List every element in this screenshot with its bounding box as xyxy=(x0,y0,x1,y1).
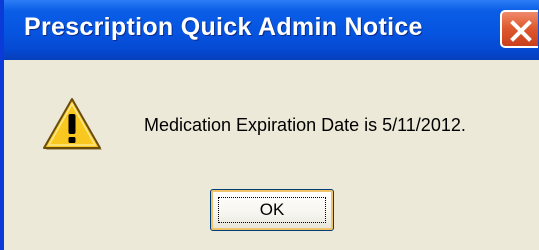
ok-button[interactable]: OK xyxy=(210,189,334,231)
warning-icon xyxy=(43,98,102,150)
dialog-title: Prescription Quick Admin Notice xyxy=(24,13,423,41)
title-bar[interactable]: Prescription Quick Admin Notice xyxy=(4,0,539,60)
focus-rectangle xyxy=(218,197,326,223)
notice-dialog: Prescription Quick Admin Notice Medicati… xyxy=(0,0,539,250)
close-button[interactable] xyxy=(500,10,538,48)
close-icon xyxy=(510,20,532,42)
notice-message: Medication Expiration Date is 5/11/2012. xyxy=(144,115,466,135)
